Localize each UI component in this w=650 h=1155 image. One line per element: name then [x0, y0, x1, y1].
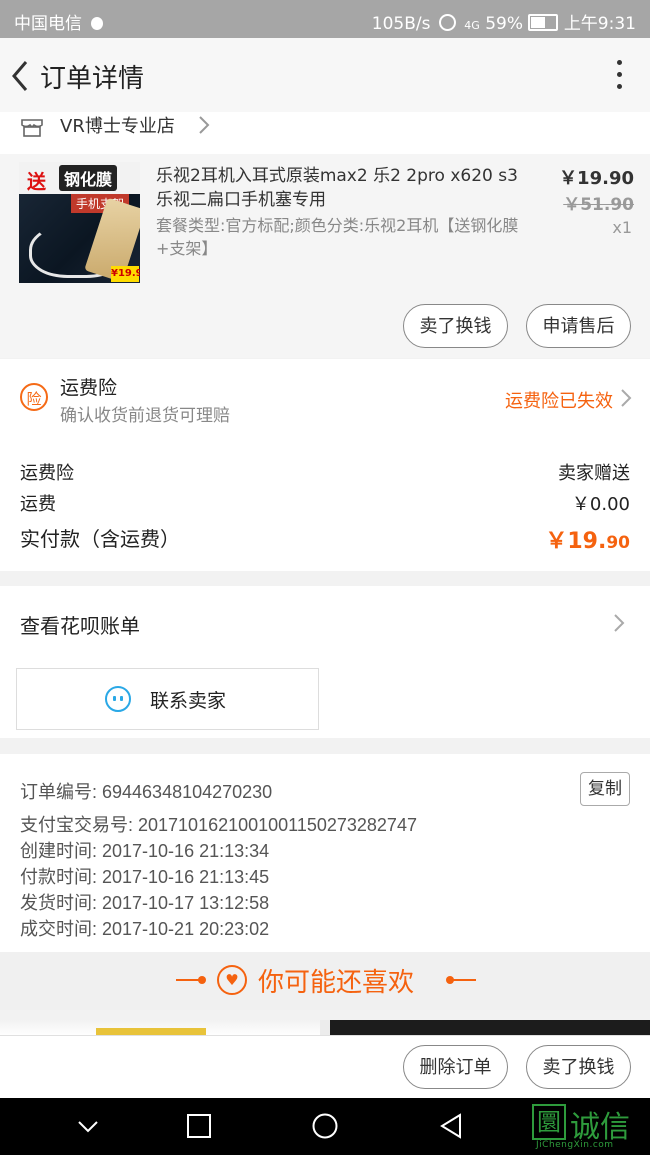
delete-order-button[interactable]: 删除订单 [403, 1045, 508, 1089]
network-speed: 105B/s [371, 14, 431, 34]
chevron-right-icon [621, 389, 632, 407]
shipping-insurance-row[interactable]: 险 运费险 确认收货前退货可理赔 运费险已失效 [0, 359, 650, 439]
battery-percent: 59% [485, 14, 523, 34]
chevron-down-icon[interactable] [76, 1112, 100, 1140]
apply-aftersale-button[interactable]: 申请售后 [526, 304, 631, 348]
shipped-time: 发货时间: 2017-10-17 13:12:58 [20, 893, 270, 913]
recommend-item[interactable] [0, 1020, 320, 1036]
app-header: 订单详情 [0, 38, 650, 114]
insurance-status: 运费险已失效 [505, 391, 613, 412]
chevron-right-icon [199, 116, 210, 134]
cost-summary: 运费险 卖家赠送 运费 ￥0.00 实付款（含运费） ￥19.90 [0, 439, 650, 571]
system-nav-bar: 圜 诚信 JiChengXin.com [0, 1098, 650, 1155]
product-quantity: x1 [612, 218, 632, 237]
more-menu-icon[interactable] [610, 58, 630, 94]
insurance-subtitle: 确认收货前退货可理赔 [60, 406, 230, 426]
insurance-badge-icon: 险 [20, 383, 48, 411]
contact-seller-button[interactable]: 联系卖家 [16, 668, 319, 730]
recommend-header: ♥ 你可能还喜欢 [0, 952, 650, 1010]
sell-for-cash-button[interactable]: 卖了换钱 [403, 304, 508, 348]
product-title: 乐视2耳机入耳式原装max2 乐2 2pro x620 s3乐视二扁口手机塞专用 [156, 166, 518, 210]
back-triangle-icon[interactable] [438, 1112, 464, 1140]
copy-button[interactable]: 复制 [580, 772, 630, 806]
huabei-bill-link[interactable]: 查看花呗账单 [20, 610, 140, 639]
alarm-icon [438, 14, 456, 31]
paid-time: 付款时间: 2017-10-16 21:13:45 [20, 867, 270, 887]
insurance-title: 运费险 [60, 377, 118, 399]
product-card[interactable]: 送 钢化膜 手机支架 ¥19.9 乐视2耳机入耳式原装max2 乐2 2pro … [0, 154, 650, 358]
shop-row[interactable]: VR博士专业店 [0, 112, 650, 154]
bottom-action-bar: 删除订单 卖了换钱 [0, 1035, 650, 1099]
product-spec: 套餐类型:官方标配;颜色分类:乐视2耳机【送钢化膜+支架】 [156, 216, 519, 258]
insurance-cost-row: 运费险 卖家赠送 [20, 463, 630, 484]
clock: 上午9:31 [563, 14, 636, 34]
battery-icon [528, 14, 559, 31]
order-number: 订单编号: 69446348104270230 [20, 782, 273, 802]
product-original-price: ￥51.90 [563, 195, 634, 215]
heart-icon: ♥ [217, 965, 247, 995]
shop-name: VR博士专业店 [60, 116, 175, 137]
completed-time: 成交时间: 2017-10-21 20:23:02 [20, 919, 270, 939]
total-paid-value: ￥19.90 [545, 529, 630, 554]
sell-for-cash-button[interactable]: 卖了换钱 [526, 1045, 631, 1089]
shield-icon [91, 17, 104, 30]
shipping-cost-row: 运费 ￥0.00 [20, 494, 630, 515]
alipay-trade-number: 支付宝交易号: 2017101621001001150273282747 [20, 815, 417, 835]
order-info: 订单编号: 69446348104270230 复制 支付宝交易号: 20171… [0, 754, 650, 952]
recommend-item[interactable] [330, 1020, 650, 1036]
chat-face-icon [105, 686, 131, 712]
huabei-section: 查看花呗账单 联系卖家 [0, 586, 650, 738]
total-paid-row: 实付款（含运费） ￥19.90 [20, 523, 630, 554]
created-time: 创建时间: 2017-10-16 21:13:34 [20, 841, 270, 861]
product-price: ￥19.90 [559, 168, 634, 189]
recommend-products-preview[interactable] [0, 1020, 650, 1036]
chevron-right-icon [614, 614, 625, 632]
watermark-logo: 圜 诚信 JiChengXin.com [532, 1102, 644, 1152]
home-icon[interactable] [311, 1112, 339, 1140]
recent-apps-icon[interactable] [186, 1112, 212, 1140]
status-bar: 中国电信 105B/s 4G 59% 上午9:31 [0, 0, 650, 38]
signal-icon: 4G [464, 19, 480, 32]
shop-icon [21, 119, 43, 137]
recommend-title: 你可能还喜欢 [258, 968, 415, 998]
page-title: 订单详情 [40, 64, 145, 94]
product-thumbnail[interactable]: 送 钢化膜 手机支架 ¥19.9 [19, 162, 140, 283]
carrier: 中国电信 [14, 14, 82, 34]
back-arrow-icon[interactable] [6, 56, 42, 96]
